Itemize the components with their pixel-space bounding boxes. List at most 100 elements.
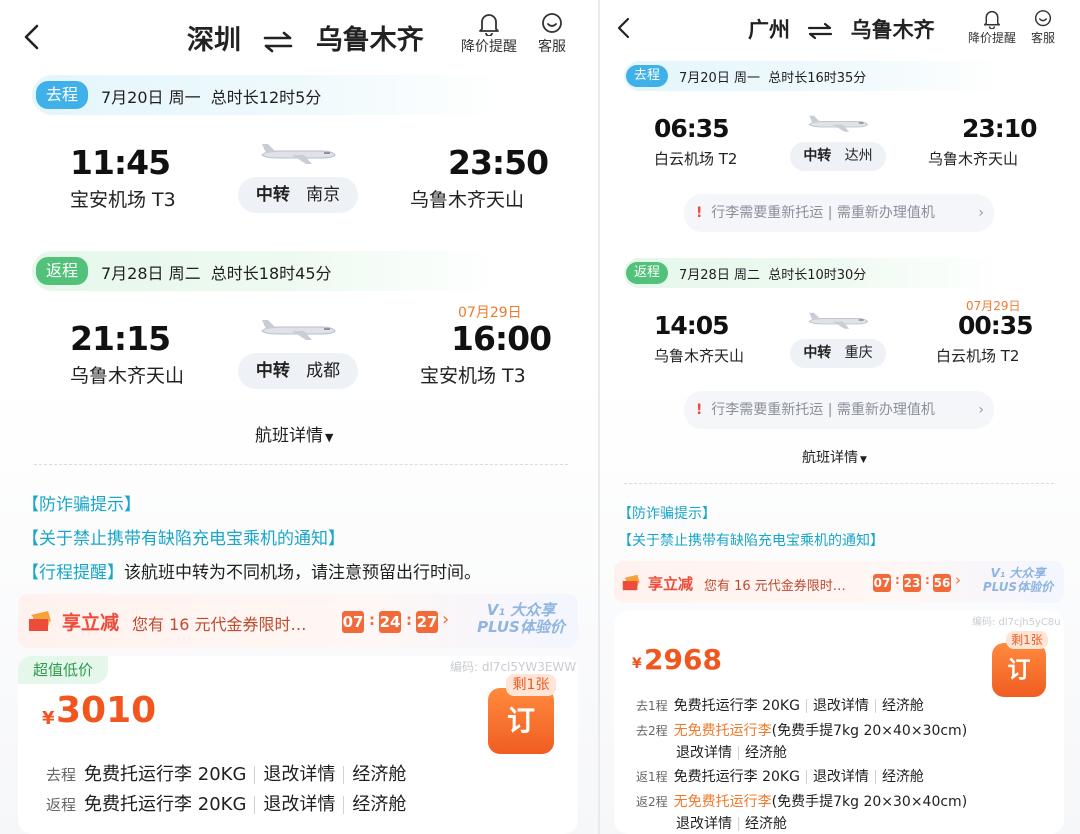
book-button[interactable]: 订 [488,688,554,754]
outbound-departure-airport: 宝安机场 T3 [70,189,176,211]
separator [874,699,876,713]
return-departure-time: 21:15 [70,319,171,358]
flight-details-toggle[interactable]: 航班详情 ▼ [255,421,333,446]
outbound-date-duration: 7月20日 周一 总时长16时35分 [679,71,867,86]
refund-change-link[interactable]: 退改详情 [813,698,869,714]
transfer-label: 中转 [803,345,832,361]
refund-change-link[interactable]: 退改详情 [263,764,335,785]
price-alert-button[interactable]: 降价提醒 [966,9,1018,46]
from-city: 广州 [748,18,790,42]
fare-row-return-2-cont: 退改详情 经济舱 [676,813,787,833]
refund-change-link[interactable]: 退改详情 [676,816,732,832]
fare-row-tag: 去2程 [636,724,668,738]
outbound-transfer-pill[interactable]: 中转 南京 [238,177,358,213]
coupon-label: 享立减 [648,575,694,593]
plus-line-2: PLUS体验价 [982,579,1054,594]
cabin-class: 经济舱 [745,816,787,832]
trip-reminder-text: 该航班中转为不同机场，请注意预留出行时间。 [124,563,481,583]
warning-icon: ! [696,205,703,221]
fare-row-tag: 返程 [46,796,77,814]
chat-bubble-icon [542,13,562,33]
back-button[interactable] [22,24,42,50]
back-button[interactable] [616,17,632,39]
customer-service-button[interactable]: 客服 [1028,9,1058,46]
route-title: 广州 乌鲁木齐 [748,14,935,44]
to-city: 乌鲁木齐 [850,18,935,42]
chevron-right-icon: › [978,402,984,418]
anti-fraud-link[interactable]: 【防诈骗提示】 [22,490,141,515]
outbound-arrival-time: 23:10 [962,114,1038,143]
transfer-city: 达州 [844,148,873,164]
separator [343,766,345,784]
coupon-text: 您有 16 元代金券限时… [704,579,846,594]
outbound-departure-time: 06:35 [654,114,730,143]
outbound-arrival-airport: 乌鲁木齐天山 [410,189,525,211]
separator [738,817,739,831]
fare-row-return: 返程 免费托运行李 20KG 退改详情 经济舱 [46,790,406,816]
cabin-class: 经济舱 [881,698,924,714]
price-card: 编码: dl7cjh5yC8u ¥ 2968 订 剩1张 去1程 免费托运行李 2… [614,611,1064,834]
return-tag: 返程 [36,257,88,285]
transfer-label: 中转 [255,361,290,381]
notice-text: 行李需要重新托运 | 需重新办理值机 [711,205,935,221]
refund-change-link[interactable]: 退改详情 [263,794,335,815]
refund-change-link[interactable]: 退改详情 [813,769,869,785]
airplane-icon [808,115,869,132]
cabin-class: 经济舱 [745,745,787,761]
anti-fraud-link[interactable]: 【防诈骗提示】 [618,503,716,523]
powerbank-notice-link[interactable]: 【关于禁止携带有缺陷充电宝乘机的通知】 [618,530,884,550]
card-code-watermark: 编码: dl7cl5YW3EWW [450,660,577,674]
return-transfer-pill[interactable]: 中转 成都 [238,353,358,389]
flight-details-toggle[interactable]: 航班详情 ▼ [802,447,867,467]
currency-symbol: ¥ [632,656,642,672]
chevron-right-icon: › [442,609,450,630]
powerbank-notice-link[interactable]: 【关于禁止携带有缺陷充电宝乘机的通知】 [22,524,345,549]
price-alert-button[interactable]: 降价提醒 [458,12,520,56]
separator [738,746,739,760]
chevron-left-icon [617,17,630,39]
chevron-left-icon [24,24,39,50]
swap-arrows-icon[interactable] [262,31,294,53]
no-free-baggage: 无免费托运行李 [673,794,772,810]
trip-reminder: 【行程提醒】该航班中转为不同机场，请注意预留出行时间。 [22,558,481,583]
customer-service-button[interactable]: 客服 [532,12,572,56]
separator [254,766,256,784]
outbound-departure-airport: 白云机场 T2 [654,150,738,168]
fare-row-outbound-2: 去2程 无免费托运行李(免费手提7kg 20×40×30cm) [636,720,967,740]
total-price: 2968 [644,643,722,676]
baggage-allowance: 免费托运行李 20KG [673,698,800,714]
coupon-banner[interactable]: 享立减 您有 16 元代金券限时… 07 : 23 : 56 › V₁ 大众享 … [614,561,1064,603]
return-transfer-pill[interactable]: 中转 重庆 [790,339,886,368]
return-departure-airport: 乌鲁木齐天山 [654,347,745,365]
transfer-city: 成都 [306,361,341,381]
countdown-minutes: 23 [903,574,921,592]
trip-reminder-tag[interactable]: 【行程提醒】 [22,563,124,583]
remaining-tickets-badge: 剩1张 [506,674,556,696]
right-flight-panel: 广州 乌鲁木齐 降价提醒 客服 去程 7月20日 周一 总时长16时35分 06… [600,0,1080,834]
outbound-checkin-notice[interactable]: ! 行李需要重新托运 | 需重新办理值机 › [684,194,994,232]
hand-baggage: (免费手提7kg 20×30×40cm) [771,794,968,810]
outbound-transfer-pill[interactable]: 中转 达州 [790,142,886,171]
bell-icon [479,14,499,36]
refund-change-link[interactable]: 退改详情 [676,745,732,761]
swap-arrows-icon[interactable] [807,22,833,40]
left-flight-panel: 深圳 乌鲁木齐 降价提醒 客服 去程 7月20日 周一 总时长12时5分 11:… [0,0,598,834]
coupon-banner[interactable]: 享立减 您有 16 元代金券限时… 07 : 24 : 27 › V₁ 大众享 … [18,594,578,648]
return-date-duration: 7月28日 周二 总时长18时45分 [101,264,332,283]
fare-row-tag: 返2程 [636,795,668,809]
chevron-right-icon: › [978,205,984,221]
value-price-badge: 超值低价 [18,656,108,684]
flight-details-label: 航班详情 [255,426,323,446]
countdown-colon: : [895,573,900,587]
price-card: 超值低价 编码: dl7cl5YW3EWW ¥ 3010 订 剩1张 去程 免费托… [18,656,578,834]
baggage-allowance: 免费托运行李 20KG [84,764,247,785]
outbound-tag: 去程 [36,81,88,109]
countdown-colon: : [925,573,930,587]
countdown-colon: : [369,611,375,629]
return-checkin-notice[interactable]: ! 行李需要重新托运 | 需重新办理值机 › [684,391,994,429]
plus-trial-price-badge: V₁ 大众享 PLUS体验价 [466,601,576,637]
book-button[interactable]: 订 [992,643,1046,697]
bell-icon [983,10,1001,29]
separator [343,796,345,814]
section-divider [34,464,568,465]
